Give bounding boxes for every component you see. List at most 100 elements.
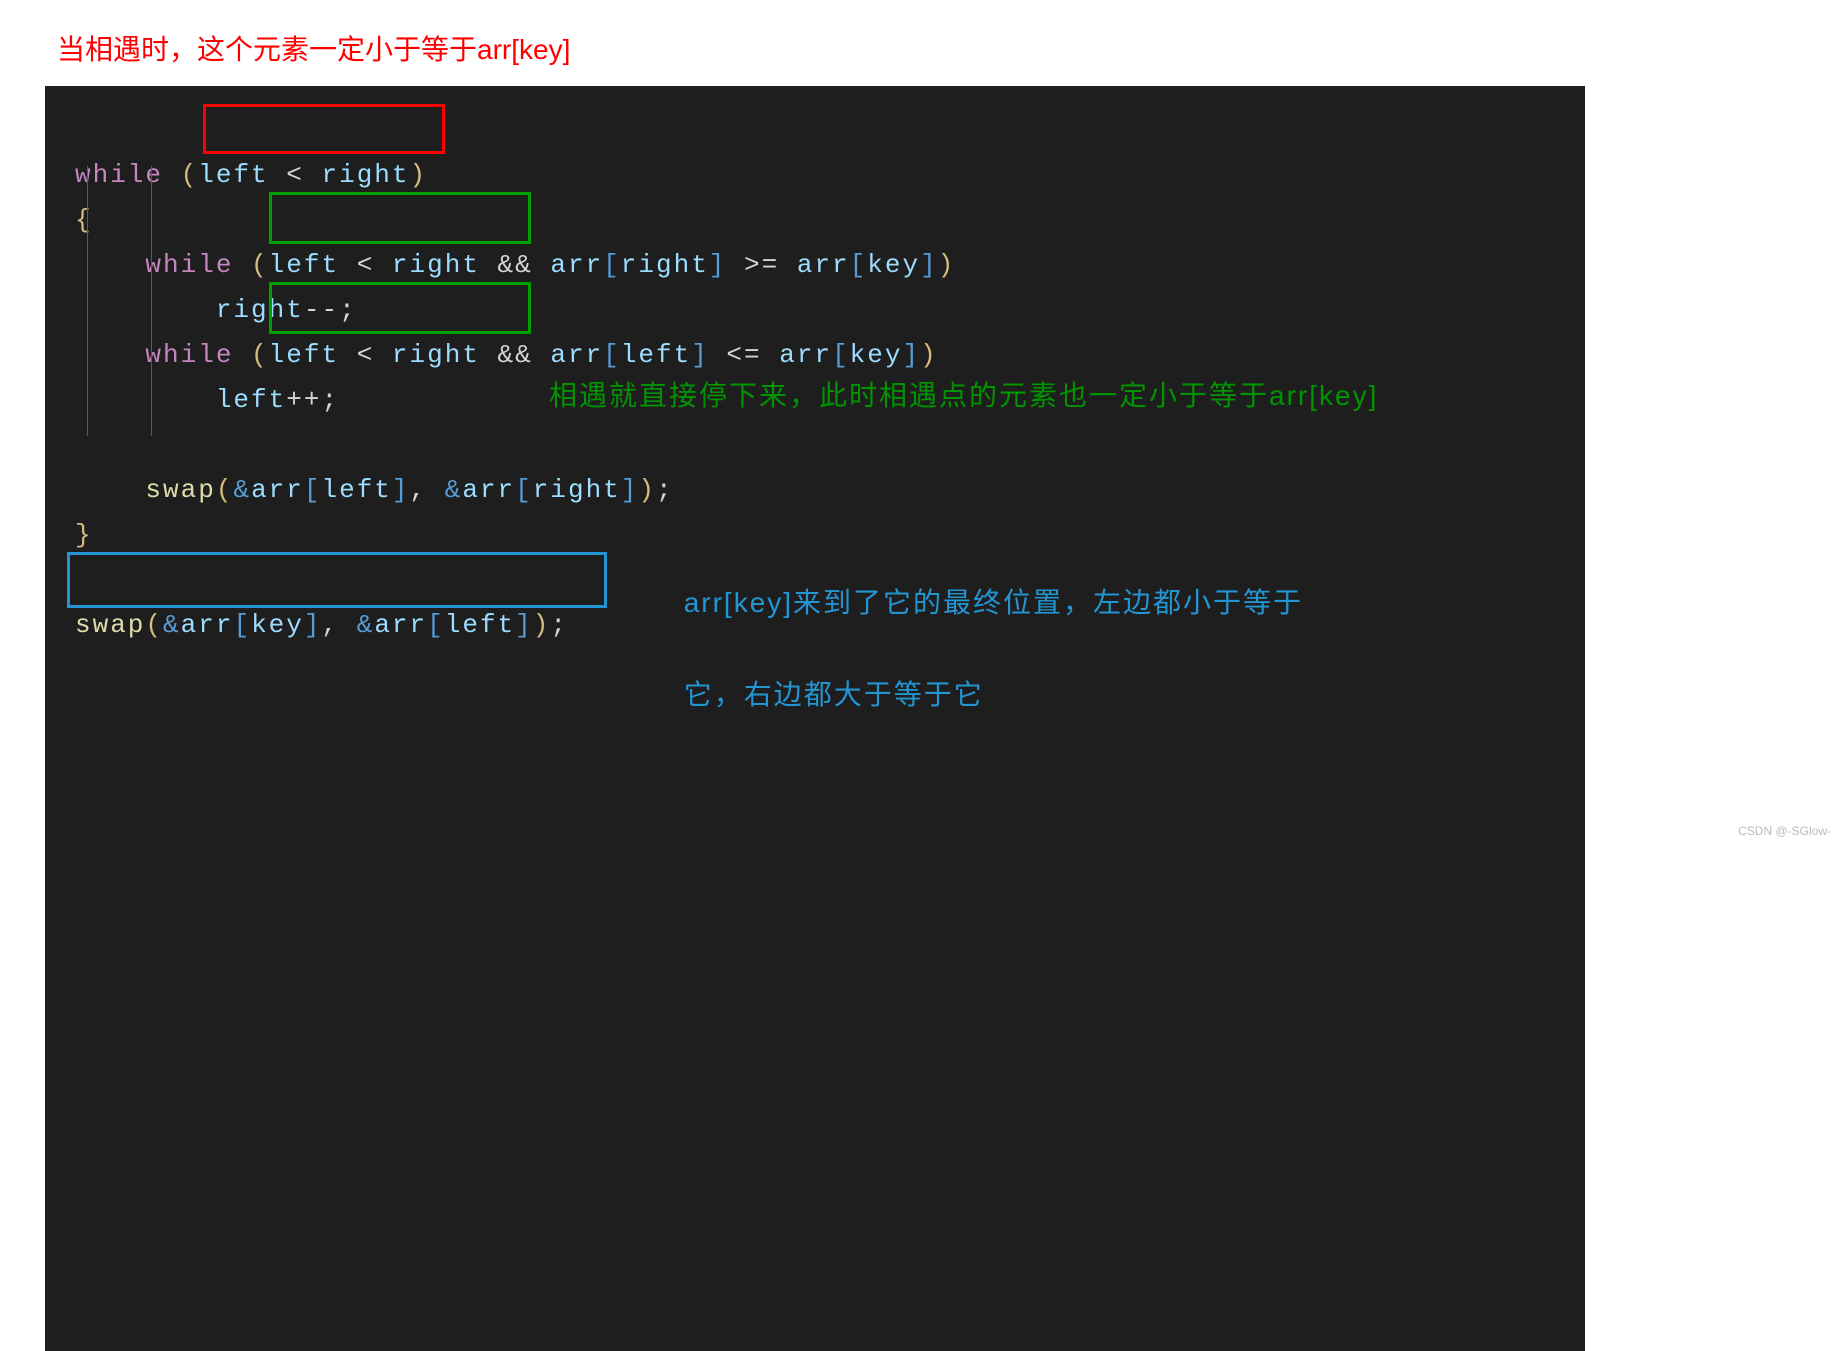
- op-lt: <: [357, 250, 375, 280]
- lbracket: [: [427, 610, 445, 640]
- line-3: while (left < right && arr[right] >= arr…: [75, 250, 955, 280]
- red-highlight-box: [203, 104, 445, 154]
- rbracket: ]: [304, 610, 322, 640]
- rbracket: ]: [392, 475, 410, 505]
- line-blank: [75, 430, 93, 460]
- line-5: while (left < right && arr[left] <= arr[…: [75, 340, 938, 370]
- var-arr: arr: [462, 475, 515, 505]
- var-left: left: [269, 340, 339, 370]
- rbracket: ]: [902, 340, 920, 370]
- op-lte: <=: [726, 340, 761, 370]
- line-6: left++;: [75, 385, 339, 415]
- indent-guide: [87, 166, 88, 436]
- var-left: left: [269, 250, 339, 280]
- var-right: right: [216, 295, 304, 325]
- var-right: right: [533, 475, 621, 505]
- amp: &: [445, 475, 463, 505]
- rparen: ): [638, 475, 656, 505]
- line-blank2: [75, 565, 93, 595]
- rbracket: ]: [920, 250, 938, 280]
- rparen: ): [938, 250, 956, 280]
- keyword-while: while: [145, 250, 233, 280]
- op-lt: <: [357, 340, 375, 370]
- var-right: right: [392, 340, 480, 370]
- lparen: (: [251, 250, 269, 280]
- rparen: ): [920, 340, 938, 370]
- var-arr: arr: [374, 610, 427, 640]
- comma: ,: [321, 610, 339, 640]
- lbracket: [: [603, 340, 621, 370]
- amp: &: [233, 475, 251, 505]
- blue-annotation-line2: 它，右边都大于等于它: [684, 679, 984, 710]
- op-gte: >=: [744, 250, 779, 280]
- var-key: key: [850, 340, 903, 370]
- semicolon: ;: [321, 385, 339, 415]
- green-highlight-box-1: [269, 192, 531, 244]
- line-4: right--;: [75, 295, 357, 325]
- lparen: (: [216, 475, 234, 505]
- rbracket: ]: [621, 475, 639, 505]
- op-inc: ++: [286, 385, 321, 415]
- var-key: key: [867, 250, 920, 280]
- line-9: swap(&arr[key], &arr[left]);: [75, 610, 568, 640]
- var-arr: arr: [550, 250, 603, 280]
- var-left: left: [621, 340, 691, 370]
- var-left: left: [216, 385, 286, 415]
- lparen: (: [251, 340, 269, 370]
- var-right: right: [321, 160, 409, 190]
- var-left: left: [321, 475, 391, 505]
- rbracket: ]: [709, 250, 727, 280]
- var-arr: arr: [251, 475, 304, 505]
- lbracket: [: [515, 475, 533, 505]
- comma: ,: [410, 475, 428, 505]
- lbracket: [: [603, 250, 621, 280]
- var-right: right: [392, 250, 480, 280]
- line-2: {: [75, 205, 93, 235]
- var-left: left: [445, 610, 515, 640]
- rbracket: ]: [515, 610, 533, 640]
- op-dec: --: [304, 295, 339, 325]
- close-brace: }: [75, 520, 93, 550]
- var-left: left: [198, 160, 268, 190]
- semicolon: ;: [550, 610, 568, 640]
- document-container: 当相遇时，这个元素一定小于等于arr[key] while (left < ri…: [45, 0, 1585, 1351]
- keyword-while: while: [75, 160, 163, 190]
- lparen: (: [145, 610, 163, 640]
- fn-swap: swap: [145, 475, 215, 505]
- line-1: while (left < right): [75, 160, 427, 190]
- semicolon: ;: [339, 295, 357, 325]
- blue-highlight-box: [67, 552, 607, 608]
- line-7: swap(&arr[left], &arr[right]);: [75, 475, 674, 505]
- fn-swap: swap: [75, 610, 145, 640]
- line-8: }: [75, 520, 93, 550]
- var-arr: arr: [550, 340, 603, 370]
- var-arr: arr: [181, 610, 234, 640]
- lbracket: [: [304, 475, 322, 505]
- op-and: &&: [498, 250, 533, 280]
- var-key: key: [251, 610, 304, 640]
- semicolon: ;: [656, 475, 674, 505]
- op-and: &&: [498, 340, 533, 370]
- var-arr: arr: [779, 340, 832, 370]
- var-arr: arr: [797, 250, 850, 280]
- green-annotation: 相遇就直接停下来，此时相遇点的元素也一定小于等于arr[key]: [549, 373, 1378, 418]
- watermark: CSDN @-SGlow-: [1738, 824, 1831, 838]
- lbracket: [: [832, 340, 850, 370]
- blue-annotation: arr[key]来到了它的最终位置，左边都小于等于 它，右边都大于等于它: [625, 534, 1265, 764]
- rbracket: ]: [691, 340, 709, 370]
- amp: &: [163, 610, 181, 640]
- amp: &: [357, 610, 375, 640]
- open-brace: {: [75, 205, 93, 235]
- var-right: right: [621, 250, 709, 280]
- lbracket: [: [233, 610, 251, 640]
- lbracket: [: [850, 250, 868, 280]
- code-block: while (left < right) { while (left < rig…: [45, 86, 1585, 1351]
- top-red-annotation: 当相遇时，这个元素一定小于等于arr[key]: [45, 0, 1585, 86]
- rparen: ): [410, 160, 428, 190]
- rparen: ): [533, 610, 551, 640]
- lparen: (: [181, 160, 199, 190]
- op-lt: <: [286, 160, 304, 190]
- keyword-while: while: [145, 340, 233, 370]
- blue-annotation-line1: arr[key]来到了它的最终位置，左边都小于等于: [684, 587, 1303, 618]
- indent-guide: [151, 166, 152, 436]
